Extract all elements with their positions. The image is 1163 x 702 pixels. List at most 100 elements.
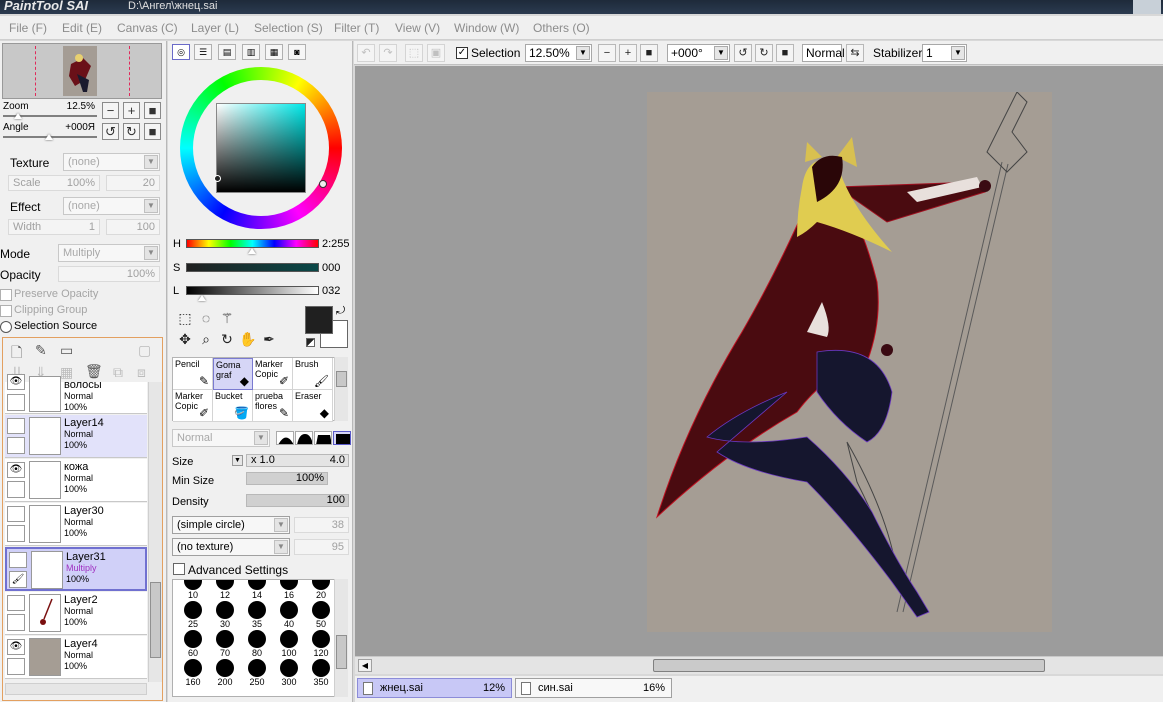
window-close-button[interactable]	[1133, 0, 1161, 14]
layer-row[interactable]: Layer30 Normal 100%	[5, 503, 147, 546]
new-folder-icon[interactable]: ▭	[60, 342, 73, 359]
rotate-icon[interactable]: ↻	[218, 330, 236, 348]
deselect-button[interactable]: ⬚	[405, 44, 423, 62]
layer-scrollbar[interactable]	[148, 382, 162, 682]
brush-grid-scrollbar[interactable]	[334, 357, 348, 421]
canvas-area[interactable]	[355, 66, 1163, 656]
brush-brush[interactable]: Brush 🖌	[293, 358, 333, 390]
lock-toggle[interactable]	[7, 614, 25, 631]
menu-selection[interactable]: Selection (S)	[254, 21, 323, 35]
hue-slider-handle[interactable]	[248, 248, 256, 254]
saturation-value-square[interactable]	[216, 103, 306, 193]
zoom-in-button[interactable]: +	[123, 102, 140, 119]
brush-shape-select[interactable]: (simple circle) ▼	[172, 516, 290, 534]
rect-select-icon[interactable]: ⬚	[176, 309, 194, 327]
file-tab-active[interactable]: жнец.sai 12%	[357, 678, 512, 698]
eyedropper-icon[interactable]: ✒	[260, 330, 278, 348]
file-tab[interactable]: син.sai 16%	[515, 678, 672, 698]
opacity-field[interactable]: 100%	[58, 266, 160, 282]
drawing-canvas[interactable]	[647, 92, 1052, 632]
brush-size-dot[interactable]	[184, 601, 202, 619]
lock-toggle[interactable]	[7, 481, 25, 498]
rotate-reset-button[interactable]: ■	[144, 123, 161, 140]
texture-select[interactable]: (none) ▼	[63, 153, 160, 171]
rotate-left-button[interactable]: ↺	[102, 123, 119, 140]
brush-size-dot[interactable]	[312, 659, 330, 677]
eye-icon[interactable]	[9, 552, 27, 568]
brush-size-dot[interactable]	[216, 580, 234, 590]
lock-toggle[interactable]	[7, 658, 25, 675]
menu-filter[interactable]: Filter (T)	[334, 21, 379, 35]
eye-icon[interactable]: 👁	[7, 462, 25, 478]
menu-file[interactable]: File (F)	[9, 21, 47, 35]
advanced-settings-checkbox[interactable]	[173, 563, 185, 575]
rgb-slider-tab[interactable]: ☰	[194, 44, 212, 60]
toolbar-zoom-in-button[interactable]: +	[619, 44, 637, 62]
brush-size-dot[interactable]	[280, 580, 298, 590]
brush-size-dot[interactable]	[280, 659, 298, 677]
layer-row[interactable]: Layer14 Normal 100%	[5, 415, 147, 458]
menu-canvas[interactable]: Canvas (C)	[117, 21, 178, 35]
brush-icon[interactable]: 🖌	[9, 571, 27, 588]
brush-size-dot[interactable]	[248, 630, 266, 648]
invert-selection-button[interactable]: ▣	[427, 44, 445, 62]
zoom-icon[interactable]: ⌕	[197, 330, 215, 348]
selection-checkbox[interactable]: ✓	[456, 47, 468, 59]
effect-strength-field[interactable]: 100	[106, 219, 160, 235]
hue-picker-handle[interactable]	[319, 180, 327, 188]
scroll-left-icon[interactable]: ◀	[358, 659, 372, 672]
new-layer-icon[interactable]: 🗋	[11, 342, 22, 366]
brush-size-dot[interactable]	[248, 601, 266, 619]
stabilizer-combo[interactable]: 1 ▼	[922, 44, 967, 62]
size-multiplier-dropdown[interactable]: ▼	[232, 455, 243, 466]
toolbar-zoom-reset-button[interactable]: ■	[640, 44, 658, 62]
navigator-preview[interactable]	[2, 43, 162, 99]
selection-source-checkbox[interactable]	[0, 321, 12, 333]
zoom-reset-button[interactable]: ■	[144, 102, 161, 119]
edge-firm-icon[interactable]	[314, 431, 332, 445]
min-size-slider[interactable]: 100%	[246, 472, 328, 485]
hue-slider[interactable]	[186, 239, 319, 248]
brush-size-dot[interactable]	[280, 630, 298, 648]
view-blend-box[interactable]: Normal	[802, 44, 845, 62]
swap-colors-icon[interactable]: ⤾	[336, 305, 345, 318]
canvas-hscroll-thumb[interactable]	[653, 659, 1045, 672]
preserve-opacity-checkbox[interactable]	[0, 289, 12, 301]
color-wheel-tab[interactable]: ◎	[172, 44, 190, 60]
swatches-tab[interactable]: ▦	[265, 44, 283, 60]
scratchpad-tab[interactable]: ◙	[288, 44, 306, 60]
brush-blend-select[interactable]: Normal ▼	[172, 429, 270, 447]
effect-width-field[interactable]: Width 1	[8, 219, 100, 235]
reset-colors-icon[interactable]	[306, 338, 315, 347]
texture-strength-field[interactable]: 20	[106, 175, 160, 191]
brush-texture-strength[interactable]: 95	[294, 539, 349, 555]
eye-icon[interactable]	[7, 506, 25, 522]
brush-prueba-flores[interactable]: prueba flores ✎	[253, 390, 293, 422]
size-slider[interactable]: x 1.0 4.0	[246, 454, 349, 467]
brush-goma-graf[interactable]: Goma graf ◆	[213, 358, 253, 390]
brush-size-dot[interactable]	[248, 659, 266, 677]
layer-row[interactable]: 👁 волосы Normal 100%	[5, 374, 147, 414]
edge-soft-icon[interactable]	[276, 431, 294, 445]
flip-horizontal-button[interactable]: ⇆	[846, 44, 864, 62]
brush-size-dot[interactable]	[312, 580, 330, 590]
zoom-out-button[interactable]: −	[102, 102, 119, 119]
brush-size-scrollbar[interactable]	[334, 579, 348, 697]
menu-others[interactable]: Others (O)	[533, 21, 590, 35]
brush-bucket[interactable]: Bucket 🪣	[213, 390, 253, 422]
brush-size-dot[interactable]	[184, 630, 202, 648]
brush-size-dot[interactable]	[248, 580, 266, 590]
menu-window[interactable]: Window (W)	[454, 21, 519, 35]
eye-icon[interactable]: 👁	[7, 374, 25, 390]
foreground-color-swatch[interactable]	[305, 306, 333, 334]
luminance-slider[interactable]	[186, 286, 319, 295]
layer-mask-icon[interactable]: ▢	[138, 342, 151, 359]
brush-grid-scroll-thumb[interactable]	[336, 371, 347, 387]
lasso-icon[interactable]: ◌	[197, 309, 215, 327]
eye-icon[interactable]	[7, 418, 25, 434]
canvas-hscrollbar[interactable]: ◀	[355, 656, 1163, 674]
undo-button[interactable]: ↶	[357, 44, 375, 62]
brush-size-dot[interactable]	[216, 659, 234, 677]
edge-hard-icon[interactable]	[333, 431, 351, 445]
zoom-slider-handle[interactable]	[14, 113, 22, 119]
